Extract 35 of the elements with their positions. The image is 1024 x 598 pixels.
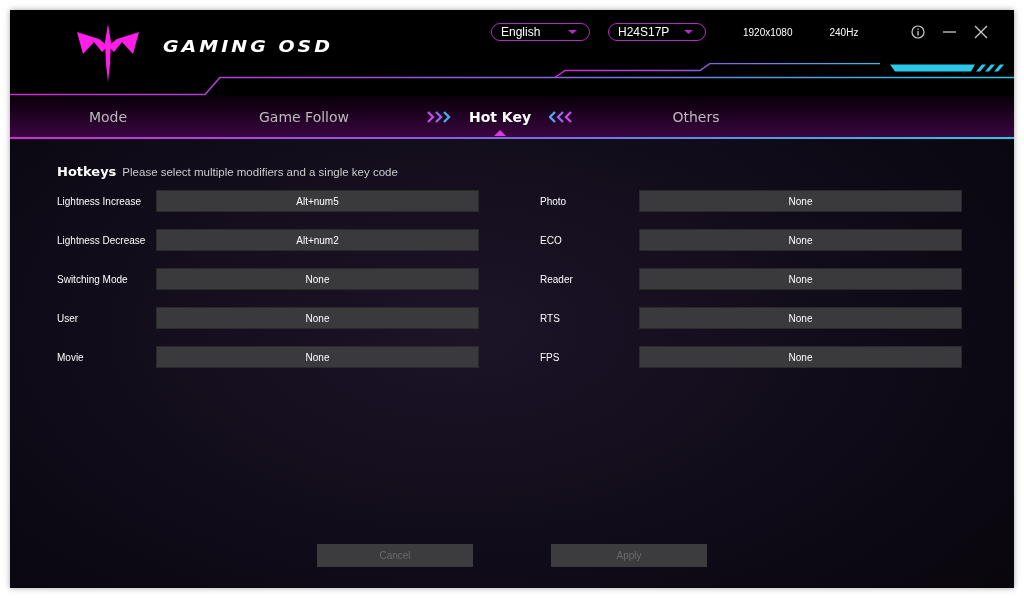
app-title: GAMING OSD — [163, 37, 333, 55]
hotkey-field[interactable]: Alt+num2 — [156, 229, 479, 251]
hotkey-label: Lightness Increase — [57, 195, 142, 207]
hint-text: Please select multiple modifiers and a single key code — [122, 166, 398, 178]
hotkey-label: Switching Mode — [57, 273, 129, 285]
hotkey-label: Photo — [540, 195, 568, 207]
hotkey-field[interactable]: None — [156, 346, 479, 368]
hotkey-field[interactable]: None — [639, 346, 962, 368]
hotkey-label: Movie — [57, 351, 85, 363]
hotkey-label: Reader — [540, 273, 574, 285]
chevrons-right-icon — [426, 110, 451, 123]
tab[interactable]: Game Follow — [258, 97, 349, 136]
hotkey-label: RTS — [540, 312, 561, 324]
dropdown-caret-icon — [568, 30, 577, 34]
tab[interactable]: Mode — [88, 97, 128, 136]
hotkey-field[interactable]: None — [639, 229, 962, 251]
hotkey-label: User — [57, 312, 80, 324]
close-icon[interactable] — [974, 25, 989, 39]
tab[interactable]: Others — [672, 97, 720, 136]
section-title: Hotkeys — [57, 164, 117, 179]
dropdown-caret-icon — [684, 30, 693, 34]
hotkey-label: FPS — [540, 351, 561, 363]
hotkey-field[interactable]: None — [639, 190, 962, 212]
tab[interactable]: Hot Key — [468, 97, 532, 136]
hotkey-label: ECO — [540, 234, 563, 246]
resolution-text: 1920x1080 — [743, 27, 793, 38]
info-icon[interactable] — [911, 25, 926, 39]
hotkey-field[interactable]: None — [156, 268, 479, 290]
hotkey-field[interactable]: None — [156, 307, 479, 329]
chevrons-left-icon — [549, 110, 574, 123]
hotkey-field[interactable]: Alt+num5 — [156, 190, 479, 212]
hotkey-label: Lightness Decrease — [57, 234, 147, 246]
hotkey-field[interactable]: None — [639, 307, 962, 329]
hotkey-field[interactable]: None — [639, 268, 962, 290]
refresh-rate-text: 240Hz — [829, 27, 859, 38]
